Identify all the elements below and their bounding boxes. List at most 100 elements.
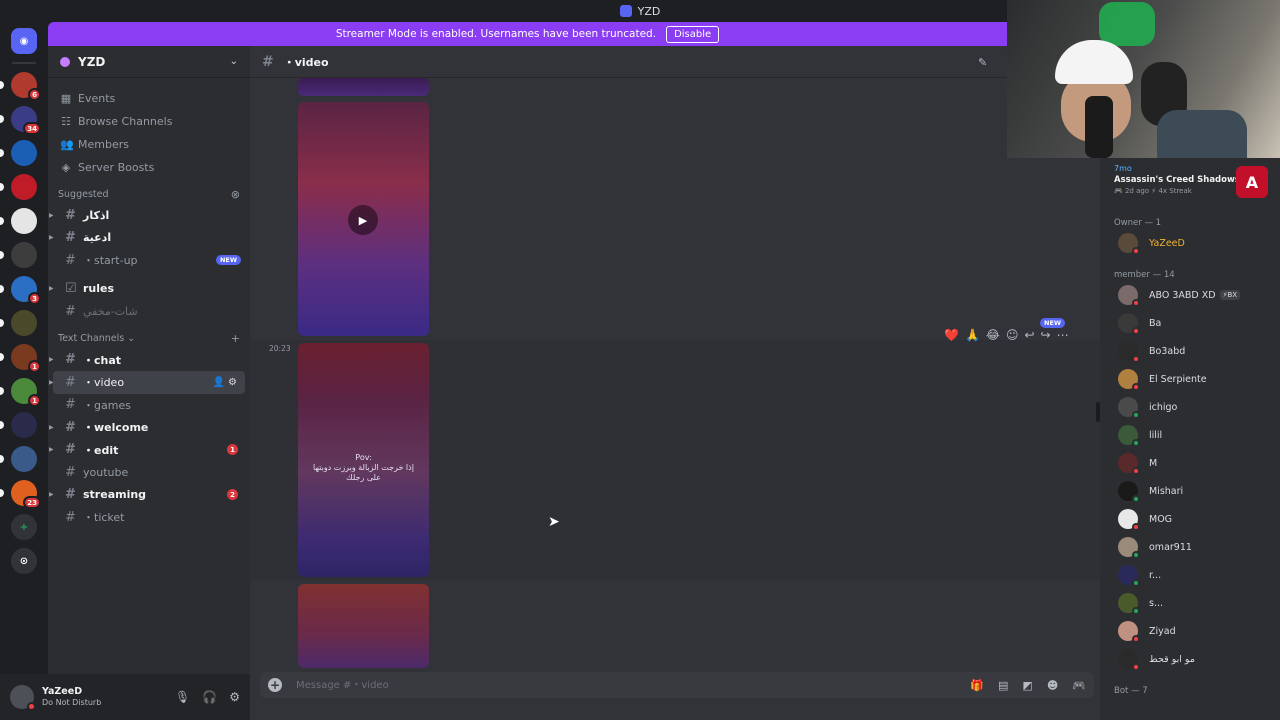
member-item[interactable]: Bo3abd xyxy=(1118,340,1185,363)
member-group-title: Owner — 1 xyxy=(1114,218,1162,228)
video-attachment-top[interactable] xyxy=(298,78,429,96)
sticker-icon[interactable]: ◩ xyxy=(1022,679,1032,692)
emoji-icon[interactable]: ☻ xyxy=(1047,679,1058,692)
gift-icon[interactable]: 🎁 xyxy=(970,679,984,692)
more-options-icon[interactable]: ⋯ xyxy=(1057,328,1069,342)
forward-icon[interactable]: ↪ xyxy=(1041,328,1051,342)
text-channels-header[interactable]: Text Channels ⌄ + xyxy=(48,329,250,349)
member-item[interactable]: Ziyad xyxy=(1118,620,1176,643)
expand-arrow-icon[interactable]: ▶ xyxy=(49,234,54,241)
reaction-pray-button[interactable]: 🙏 xyxy=(965,328,980,342)
channel-name: ・video xyxy=(83,376,125,390)
play-icon[interactable]: ▶ xyxy=(348,205,378,235)
gif-icon[interactable]: ▤ xyxy=(998,679,1008,692)
reply-icon[interactable]: ↩ xyxy=(1024,328,1034,342)
member-item[interactable]: s... xyxy=(1118,592,1163,615)
member-item[interactable]: lilil xyxy=(1118,424,1162,447)
nav-server-boosts[interactable]: ◈ Server Boosts xyxy=(48,156,250,178)
member-name: Mishari xyxy=(1149,485,1184,497)
nav-members[interactable]: 👥 Members xyxy=(48,133,250,155)
member-item[interactable]: M xyxy=(1118,452,1157,475)
reaction-heart-button[interactable]: ❤️ xyxy=(944,328,959,342)
member-item[interactable]: r... xyxy=(1118,564,1161,587)
server-icon-4[interactable] xyxy=(0,174,37,200)
channel-rules[interactable]: ▶ ☑ rules xyxy=(49,278,245,301)
server-icon-3[interactable] xyxy=(0,140,37,166)
discover-icon[interactable]: ⊙ xyxy=(11,548,37,574)
video-attachment[interactable]: ▶ xyxy=(298,102,429,336)
add-reaction-icon[interactable]: ☺ xyxy=(1006,328,1019,342)
settings-gear-icon[interactable]: ⚙ xyxy=(229,690,240,704)
channel-item[interactable]: ▶ # ・video 👤⚙ xyxy=(49,371,245,394)
server-icon-12[interactable] xyxy=(0,446,37,472)
dismiss-suggested-icon[interactable]: ⊗ xyxy=(231,188,240,201)
channel-name: ・chat xyxy=(83,353,122,367)
reaction-laugh-button[interactable]: 😂 xyxy=(986,328,1000,342)
nav-events[interactable]: ▦ Events xyxy=(48,87,250,109)
channel-item[interactable]: # ・start-up NEW xyxy=(53,249,245,272)
expand-arrow-icon[interactable]: ▶ xyxy=(49,491,54,498)
server-icon-8[interactable] xyxy=(0,310,37,336)
server-icon-7[interactable]: 3 xyxy=(0,276,41,305)
presence-status-icon xyxy=(1132,355,1140,363)
server-icon-5[interactable] xyxy=(0,208,37,234)
member-item[interactable]: El Serpiente xyxy=(1118,368,1207,391)
expand-arrow-icon[interactable]: ▶ xyxy=(49,356,54,363)
server-icon-9[interactable]: 1 xyxy=(0,344,41,373)
suggested-channels: ▶ # اذكار ▶ # ادعية # ・start-up NEW xyxy=(48,204,250,272)
headphones-icon[interactable]: 🎧 xyxy=(202,690,217,704)
member-item[interactable]: MOG xyxy=(1118,508,1172,531)
channel-name: اذكار xyxy=(83,208,110,222)
video-attachment[interactable]: Pov: إذا خرجت الزبالة وبرزت دوبتها على ر… xyxy=(298,343,429,577)
channel-item[interactable]: # youtube xyxy=(53,461,245,484)
nav-browse-channels[interactable]: ☷ Browse Channels xyxy=(48,110,250,132)
channel-item[interactable]: ▶ # streaming 2 xyxy=(49,484,245,507)
member-item[interactable]: ABO 3ABD XD ⚡BX xyxy=(1118,284,1241,307)
hash-icon: # xyxy=(65,509,76,525)
channel-hidden-chat[interactable]: # شات-مخفي xyxy=(53,300,245,323)
server-header[interactable]: YZD ⌄ xyxy=(48,46,250,78)
video-attachment[interactable] xyxy=(298,584,429,668)
server-icon-13[interactable]: 23 xyxy=(0,480,41,509)
member-item[interactable]: Mishari xyxy=(1118,480,1184,503)
activity-card[interactable]: 7mo Assassin's Creed Shadows 🎮 2d ago ⚡ … xyxy=(1114,164,1274,208)
presence-status-icon xyxy=(1132,663,1140,671)
member-item[interactable]: ichigo xyxy=(1118,396,1177,419)
user-name: YaZeeD xyxy=(42,686,83,697)
channel-item[interactable]: # ・games xyxy=(53,394,245,417)
member-item[interactable]: Ba xyxy=(1118,312,1161,335)
channel-item[interactable]: ▶ # ادعية xyxy=(49,227,245,250)
channel-item[interactable]: # ・ticket xyxy=(53,506,245,529)
message-input[interactable] xyxy=(296,679,936,691)
member-item[interactable]: YaZeeD xyxy=(1118,232,1185,255)
upload-plus-button[interactable]: + xyxy=(268,678,282,692)
channel-item[interactable]: ▶ # اذكار xyxy=(49,204,245,227)
expand-arrow-icon[interactable]: ▶ xyxy=(49,379,54,386)
server-icon-11[interactable] xyxy=(0,412,37,438)
server-icon-10[interactable]: 1 xyxy=(0,378,41,407)
server-icon-2[interactable]: 34 xyxy=(0,106,41,135)
channel-item[interactable]: ▶ # ・edit 1 xyxy=(49,439,245,462)
hash-icon: # xyxy=(65,207,76,223)
create-channel-plus-icon[interactable]: + xyxy=(231,332,240,345)
threads-icon[interactable]: ✎ xyxy=(978,56,987,69)
avatar[interactable] xyxy=(10,685,36,711)
expand-arrow-icon[interactable]: ▶ xyxy=(49,424,54,431)
channel-settings-gear-icon[interactable]: 👤⚙ xyxy=(213,377,240,388)
direct-messages-home-icon[interactable]: ◉ xyxy=(11,28,37,54)
channel-item[interactable]: ▶ # ・chat xyxy=(49,349,245,372)
microphone-icon[interactable]: 🎙 xyxy=(175,690,190,704)
disable-streamer-mode-button[interactable]: Disable xyxy=(666,25,720,43)
member-item[interactable]: مو ابو قحط xyxy=(1118,648,1195,671)
member-item[interactable]: omar911 xyxy=(1118,536,1192,559)
member-name: ABO 3ABD XD xyxy=(1149,289,1216,301)
server-icon-1[interactable]: 6 xyxy=(0,72,41,101)
activities-icon[interactable]: 🎮 xyxy=(1072,679,1086,692)
avatar xyxy=(1118,397,1140,419)
expand-arrow-icon[interactable]: ▶ xyxy=(49,446,54,453)
server-icon-6[interactable] xyxy=(0,242,37,268)
expand-arrow-icon[interactable]: ▶ xyxy=(49,212,54,219)
unread-pill xyxy=(0,285,4,293)
add-server-icon[interactable]: + xyxy=(11,514,37,540)
channel-item[interactable]: ▶ # ・welcome xyxy=(49,416,245,439)
